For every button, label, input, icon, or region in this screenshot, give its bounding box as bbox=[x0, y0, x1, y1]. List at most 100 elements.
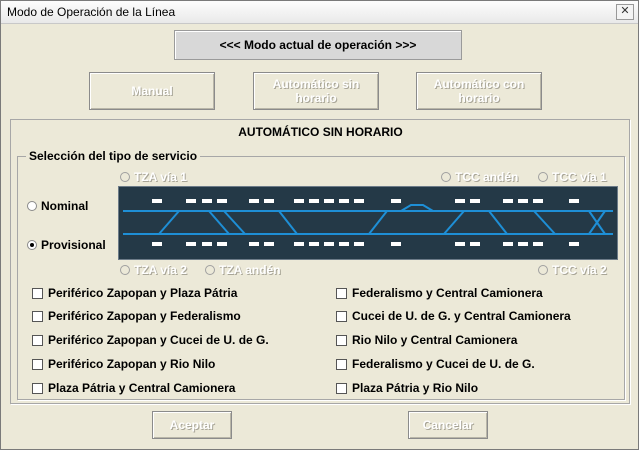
route-checkbox-right-2[interactable]: Cucei de U. de G. y Central Camionera bbox=[336, 309, 571, 323]
platform-mark bbox=[503, 199, 513, 203]
radio-nominal-label: Nominal bbox=[41, 199, 89, 213]
checkbox-box bbox=[336, 358, 347, 370]
track-switch bbox=[533, 210, 556, 235]
checkbox-box bbox=[32, 382, 43, 394]
radio-tza-via1-label: TZA vía 1 bbox=[134, 170, 187, 184]
platform-mark bbox=[217, 242, 227, 246]
track-switch bbox=[368, 210, 388, 235]
track-diagram-svg bbox=[123, 199, 613, 246]
platform-mark bbox=[339, 242, 349, 246]
route-label: Plaza Pátria y Rio Nilo bbox=[352, 381, 479, 395]
radio-tza-anden[interactable]: TZA andén bbox=[205, 263, 281, 277]
service-type-label: Selección del tipo de servicio bbox=[26, 149, 201, 163]
platform-mark bbox=[152, 199, 162, 203]
platform-mark bbox=[569, 242, 579, 246]
radio-tza-anden-label: TZA andén bbox=[219, 263, 281, 277]
radio-nominal[interactable]: Nominal bbox=[27, 199, 88, 213]
route-label: Periférico Zapopan y Plaza Pátria bbox=[48, 286, 238, 300]
route-checkbox-left-4[interactable]: Periférico Zapopan y Rio Nilo bbox=[32, 357, 215, 371]
radio-tza-via1[interactable]: TZA vía 1 bbox=[120, 170, 187, 184]
checkbox-box bbox=[32, 310, 43, 322]
route-checkbox-right-1[interactable]: Federalismo y Central Camionera bbox=[336, 286, 543, 300]
route-checkbox-left-3[interactable]: Periférico Zapopan y Cucei de U. de G. bbox=[32, 333, 269, 347]
platform-mark bbox=[533, 242, 543, 246]
platform-mark bbox=[470, 199, 480, 203]
platform-mark bbox=[470, 242, 480, 246]
route-label: Cucei de U. de G. y Central Camionera bbox=[352, 309, 571, 323]
platform-mark bbox=[518, 199, 528, 203]
radio-tcc-via2[interactable]: TCC vía 2 bbox=[538, 263, 607, 277]
checkbox-box bbox=[336, 287, 347, 299]
radio-tcc-anden[interactable]: TCC andén bbox=[441, 170, 518, 184]
platform-mark bbox=[217, 199, 227, 203]
track-switch bbox=[278, 210, 298, 235]
radio-tza-via2-dot bbox=[120, 265, 130, 275]
route-checkbox-right-3[interactable]: Rio Nilo y Central Camionera bbox=[336, 333, 517, 347]
radio-tcc-via2-label: TCC vía 2 bbox=[552, 263, 607, 277]
radio-tza-via2[interactable]: TZA vía 2 bbox=[120, 263, 187, 277]
checkbox-box bbox=[336, 310, 347, 322]
track-switch bbox=[443, 210, 465, 235]
auto-with-schedule-button[interactable]: Automático con horario bbox=[416, 72, 542, 110]
platform-mark bbox=[294, 242, 304, 246]
platform-mark bbox=[391, 242, 401, 246]
manual-button[interactable]: Manual bbox=[89, 72, 215, 110]
route-label: Periférico Zapopan y Cucei de U. de G. bbox=[48, 333, 269, 347]
platform-mark bbox=[202, 242, 212, 246]
checkbox-box bbox=[32, 358, 43, 370]
auto-without-schedule-button[interactable]: Automático sin horario bbox=[253, 72, 379, 110]
radio-tcc-anden-dot bbox=[441, 172, 451, 182]
route-label: Plaza Pátria y Central Camionera bbox=[48, 381, 236, 395]
accept-button[interactable]: Aceptar bbox=[152, 411, 232, 439]
close-button[interactable]: ✕ bbox=[616, 4, 634, 20]
radio-nominal-dot bbox=[27, 201, 37, 211]
dialog-window: Modo de Operación de la Línea ✕ <<< Modo… bbox=[0, 0, 639, 450]
platform-mark bbox=[533, 199, 543, 203]
platform-mark bbox=[324, 199, 334, 203]
platform-mark bbox=[503, 242, 513, 246]
radio-tza-via2-label: TZA vía 2 bbox=[134, 263, 187, 277]
platform-mark bbox=[354, 242, 364, 246]
route-label: Periférico Zapopan y Federalismo bbox=[48, 309, 241, 323]
route-checkbox-left-5[interactable]: Plaza Pátria y Central Camionera bbox=[32, 381, 235, 395]
platform-mark bbox=[264, 242, 274, 246]
platform-mark bbox=[249, 199, 259, 203]
platform-mark bbox=[294, 199, 304, 203]
title-bar: Modo de Operación de la Línea ✕ bbox=[1, 1, 638, 24]
platform-mark bbox=[264, 199, 274, 203]
platform-mark bbox=[339, 199, 349, 203]
platform-mark bbox=[455, 199, 465, 203]
checkbox-box bbox=[336, 382, 347, 394]
route-checkbox-right-5[interactable]: Plaza Pátria y Rio Nilo bbox=[336, 381, 478, 395]
current-mode-display: <<< Modo actual de operación >>> bbox=[174, 30, 462, 60]
mode-group-title: AUTOMÁTICO SIN HORARIO bbox=[238, 125, 403, 139]
route-checkbox-left-1[interactable]: Periférico Zapopan y Plaza Pátria bbox=[32, 286, 237, 300]
checkbox-box bbox=[336, 334, 347, 346]
track-switch bbox=[158, 210, 180, 235]
route-label: Federalismo y Central Camionera bbox=[352, 286, 543, 300]
radio-tcc-via1-label: TCC vía 1 bbox=[552, 170, 607, 184]
platform-mark bbox=[391, 199, 401, 203]
platform-mark bbox=[249, 242, 259, 246]
platform-mark bbox=[309, 242, 319, 246]
radio-tcc-via1[interactable]: TCC vía 1 bbox=[538, 170, 607, 184]
route-checkbox-right-4[interactable]: Federalismo y Cucei de U. de G. bbox=[336, 357, 535, 371]
route-checkbox-left-2[interactable]: Periférico Zapopan y Federalismo bbox=[32, 309, 241, 323]
platform-mark bbox=[324, 242, 334, 246]
radio-tcc-via2-dot bbox=[538, 265, 548, 275]
platform-mark bbox=[455, 242, 465, 246]
radio-tza-anden-dot bbox=[205, 265, 215, 275]
route-label: Rio Nilo y Central Camionera bbox=[352, 333, 518, 347]
radio-provisional-dot bbox=[27, 240, 37, 250]
cancel-button[interactable]: Cancelar bbox=[408, 411, 488, 439]
platform-mark bbox=[186, 199, 196, 203]
radio-provisional-label: Provisional bbox=[41, 238, 106, 252]
track-switch bbox=[488, 210, 508, 235]
radio-tza-via1-dot bbox=[120, 172, 130, 182]
platform-mark bbox=[569, 199, 579, 203]
radio-tcc-anden-label: TCC andén bbox=[455, 170, 519, 184]
radio-provisional[interactable]: Provisional bbox=[27, 238, 106, 252]
platform-mark bbox=[152, 242, 162, 246]
platform-mark bbox=[202, 199, 212, 203]
radio-tcc-via1-dot bbox=[538, 172, 548, 182]
